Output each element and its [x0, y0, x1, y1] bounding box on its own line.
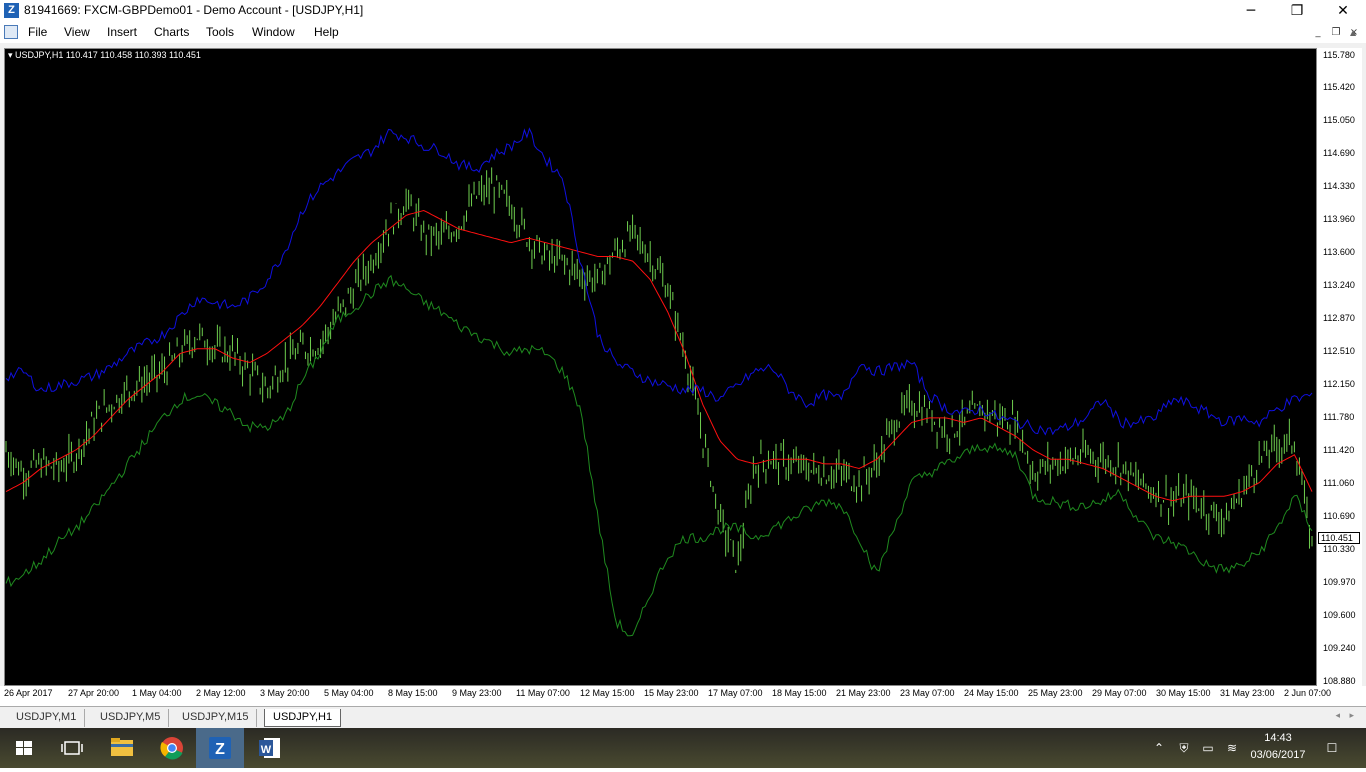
time-label: 1 May 04:00: [132, 688, 182, 698]
time-label: 25 May 23:00: [1028, 688, 1083, 698]
time-label: 30 May 15:00: [1156, 688, 1211, 698]
price-label: 108.880: [1323, 676, 1356, 686]
price-chart: [5, 127, 1313, 637]
price-label: 114.690: [1323, 148, 1355, 158]
price-label: 111.420: [1323, 445, 1355, 455]
price-label: 109.600: [1323, 610, 1356, 620]
time-label: 2 May 12:00: [196, 688, 246, 698]
file-explorer-button[interactable]: [98, 728, 146, 768]
price-label: 114.330: [1323, 181, 1355, 191]
price-label: 112.870: [1323, 313, 1355, 323]
tab-usdjpy-m15[interactable]: USDJPY,M15: [174, 709, 258, 727]
menu-window[interactable]: Window: [252, 25, 295, 39]
time-label: 3 May 20:00: [260, 688, 310, 698]
trading-app-button[interactable]: Z: [196, 728, 244, 768]
tab-scroll-left-icon[interactable]: ◂: [1335, 711, 1340, 721]
fxcm-app-icon: Z: [209, 737, 231, 759]
time-label: 17 May 07:00: [708, 688, 763, 698]
tab-scroll-right-icon[interactable]: ▸: [1349, 711, 1354, 721]
minimize-button[interactable]: ─: [1228, 0, 1274, 22]
price-label: 113.600: [1323, 247, 1355, 257]
svg-text:W: W: [261, 744, 272, 756]
menu-view[interactable]: View: [64, 25, 90, 39]
price-label: 115.780: [1323, 50, 1355, 60]
symbol-info-label: ▾ USDJPY,H1 110.417 110.458 110.393 110.…: [8, 50, 201, 60]
time-label: 11 May 07:00: [516, 688, 570, 698]
price-label: 110.690: [1323, 511, 1355, 521]
price-label: 112.150: [1323, 379, 1355, 389]
task-view-icon: [61, 741, 83, 755]
upper-band-line: [5, 127, 1313, 436]
chart-tab-bar: USDJPY,M1 USDJPY,M5 USDJPY,M15 USDJPY,H1…: [0, 706, 1366, 728]
window-title: 81941669: FXCM-GBPDemo01 - Demo Account …: [24, 3, 364, 17]
price-label: 111.060: [1323, 478, 1355, 488]
menu-bar: File View Insert Charts Tools Window Hel…: [0, 22, 1366, 43]
price-label: 113.240: [1323, 280, 1355, 290]
tray-chevron-up-icon[interactable]: ⌃: [1151, 740, 1167, 756]
price-label: 115.050: [1323, 115, 1355, 125]
menu-file[interactable]: File: [28, 25, 47, 39]
price-label: 112.510: [1323, 346, 1355, 356]
close-button[interactable]: ✕: [1320, 0, 1366, 22]
time-label: 23 May 07:00: [900, 688, 955, 698]
taskbar-clock-date[interactable]: 03/06/2017: [1242, 749, 1314, 761]
tab-usdjpy-h1[interactable]: USDJPY,H1: [264, 709, 342, 727]
app-icon: Z: [4, 3, 19, 18]
price-label: 109.970: [1323, 577, 1356, 587]
windows-logo-icon: [16, 741, 32, 755]
security-tray-icon[interactable]: ⛨: [1176, 740, 1192, 756]
time-label: 12 May 15:00: [580, 688, 635, 698]
price-label: 109.240: [1323, 643, 1356, 653]
menu-tools[interactable]: Tools: [206, 25, 234, 39]
chart-plot-area[interactable]: [4, 48, 1317, 686]
symbol-ohlc: USDJPY,H1 110.417 110.458 110.393 110.45…: [15, 50, 201, 60]
document-icon[interactable]: [4, 25, 18, 39]
tab-usdjpy-m1[interactable]: USDJPY,M1: [8, 709, 86, 727]
menu-charts[interactable]: Charts: [154, 25, 189, 39]
scroll-up-arrow-icon[interactable]: ▲: [1350, 28, 1362, 38]
mdi-restore-button[interactable]: ❐: [1328, 26, 1344, 40]
mdi-minimize-button[interactable]: _: [1310, 26, 1326, 40]
menu-help[interactable]: Help: [314, 25, 339, 39]
task-view-button[interactable]: [48, 728, 96, 768]
time-label: 5 May 04:00: [324, 688, 374, 698]
time-label: 31 May 23:00: [1220, 688, 1275, 698]
price-label: 111.780: [1323, 412, 1355, 422]
price-label: 110.330: [1323, 544, 1355, 554]
moving-average-line: [5, 209, 1313, 502]
time-label: 27 Apr 20:00: [68, 688, 120, 698]
time-label: 2 Jun 07:00: [1284, 688, 1332, 698]
chrome-button[interactable]: [148, 728, 196, 768]
current-price-marker: 110.451: [1318, 532, 1360, 544]
time-label: 29 May 07:00: [1092, 688, 1147, 698]
svg-text:Z: Z: [215, 741, 225, 758]
time-label: 15 May 23:00: [644, 688, 699, 698]
battery-icon[interactable]: ▭: [1200, 740, 1216, 756]
time-label: 21 May 23:00: [836, 688, 891, 698]
price-label: 113.960: [1323, 214, 1355, 224]
time-label: 18 May 15:00: [772, 688, 827, 698]
word-button[interactable]: W: [246, 728, 294, 768]
title-bar: Z 81941669: FXCM-GBPDemo01 - Demo Accoun…: [0, 0, 1366, 22]
chrome-icon: [160, 737, 183, 760]
price-bars: [5, 167, 1313, 574]
notification-icon[interactable]: ☐: [1324, 740, 1340, 756]
time-label: 9 May 23:00: [452, 688, 502, 698]
menu-insert[interactable]: Insert: [107, 25, 137, 39]
time-label: 26 Apr 2017: [4, 688, 53, 698]
price-label: 115.420: [1323, 82, 1355, 92]
taskbar-clock-time[interactable]: 14:43: [1258, 732, 1298, 744]
word-icon: W: [259, 738, 280, 758]
start-button[interactable]: [0, 728, 48, 768]
folder-icon: [111, 738, 133, 756]
time-label: 8 May 15:00: [388, 688, 438, 698]
wifi-icon[interactable]: ≋: [1224, 740, 1240, 756]
tab-usdjpy-m5[interactable]: USDJPY,M5: [92, 709, 170, 727]
restore-button[interactable]: ❐: [1274, 0, 1320, 22]
price-axis[interactable]: 115.780 115.420 115.050 114.690 114.330 …: [1317, 48, 1362, 688]
time-label: 24 May 15:00: [964, 688, 1019, 698]
time-axis[interactable]: 26 Apr 2017 27 Apr 20:00 1 May 04:00 2 M…: [0, 686, 1366, 706]
